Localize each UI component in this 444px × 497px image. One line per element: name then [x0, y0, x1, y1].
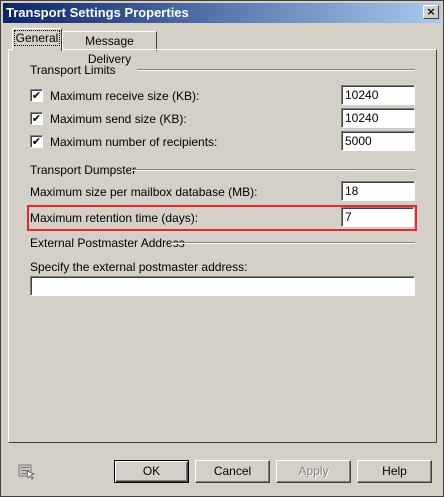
cancel-button[interactable]: Cancel [195, 460, 270, 483]
tab-message-delivery[interactable]: Message Delivery [62, 31, 157, 66]
general-tab-panel [8, 49, 437, 443]
apply-button[interactable]: Apply [276, 460, 351, 483]
window-title: Transport Settings Properties [6, 5, 189, 20]
ok-button[interactable]: OK [114, 460, 189, 483]
tab-general-label: General [13, 30, 61, 46]
context-help-icon[interactable] [18, 462, 36, 480]
properties-dialog: Transport Settings Properties × General … [0, 0, 444, 497]
close-icon: × [426, 5, 436, 18]
help-button[interactable]: Help [357, 460, 432, 483]
title-bar[interactable]: Transport Settings Properties × [3, 3, 441, 23]
tab-general[interactable]: General [12, 28, 62, 51]
close-button[interactable]: × [423, 5, 439, 19]
